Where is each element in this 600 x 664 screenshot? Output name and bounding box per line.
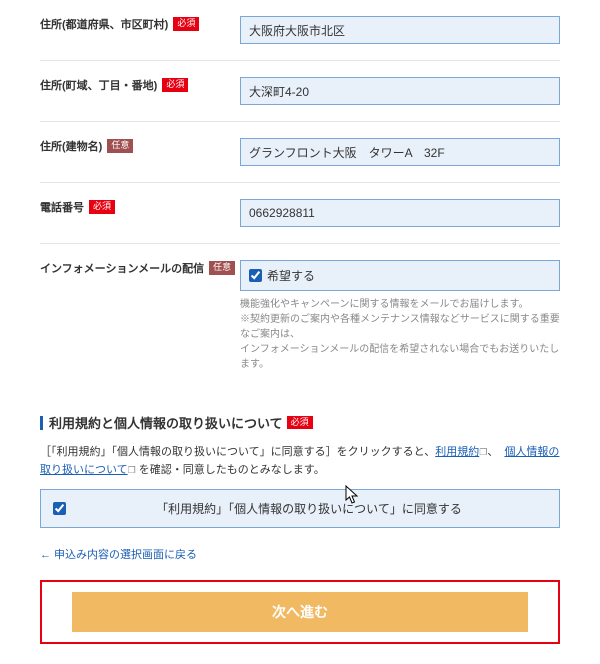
next-button[interactable]: 次へ進む xyxy=(72,592,528,632)
required-badge: 必須 xyxy=(89,200,115,214)
terms-description: ［「利用規約」「個人情報の取り扱いについて」に同意する］をクリックすると、利用規… xyxy=(40,444,560,479)
section-bar-icon xyxy=(40,416,43,430)
terms-link[interactable]: 利用規約 xyxy=(435,446,479,458)
infomail-checkbox[interactable] xyxy=(249,269,262,282)
required-badge: 必須 xyxy=(287,416,313,430)
address-town-input[interactable] xyxy=(240,77,560,105)
external-link-icon: ❐ xyxy=(128,465,136,475)
infomail-note: ※契約更新のご案内や各種メンテナンス情報などサービスに関する重要なご案内は、 xyxy=(240,312,560,342)
required-badge: 必須 xyxy=(173,17,199,31)
optional-badge: 任意 xyxy=(107,139,133,153)
back-link[interactable]: ← 申込み内容の選択画面に戻る xyxy=(40,546,560,562)
infomail-opt-label: 希望する xyxy=(267,267,315,284)
label-address-town: 住所(町域、丁目・番地) xyxy=(40,77,157,93)
address-bldg-input[interactable] xyxy=(240,138,560,166)
label-infomail: インフォメーションメールの配信 xyxy=(40,260,204,276)
infomail-note: 機能強化やキャンペーンに関する情報をメールでお届けします。 xyxy=(240,297,560,312)
infomail-note: インフォメーションメールの配信を希望されない場合でもお送りいたします。 xyxy=(240,342,560,372)
agree-checkbox[interactable] xyxy=(53,502,66,515)
optional-badge: 任意 xyxy=(209,261,235,275)
next-button-highlight: 次へ進む xyxy=(40,580,560,644)
required-badge: 必須 xyxy=(162,78,188,92)
terms-section-title: 利用規約と個人情報の取り扱いについて xyxy=(49,413,283,432)
phone-input[interactable] xyxy=(240,199,560,227)
agree-box: 「利用規約」「個人情報の取り扱いについて」に同意する xyxy=(40,489,560,528)
agree-label: 「利用規約」「個人情報の取り扱いについて」に同意する xyxy=(71,500,547,517)
label-phone: 電話番号 xyxy=(40,199,84,215)
address-pref-input[interactable] xyxy=(240,16,560,44)
label-address-bldg: 住所(建物名) xyxy=(40,138,102,154)
label-address-pref: 住所(都道府県、市区町村) xyxy=(40,16,168,32)
